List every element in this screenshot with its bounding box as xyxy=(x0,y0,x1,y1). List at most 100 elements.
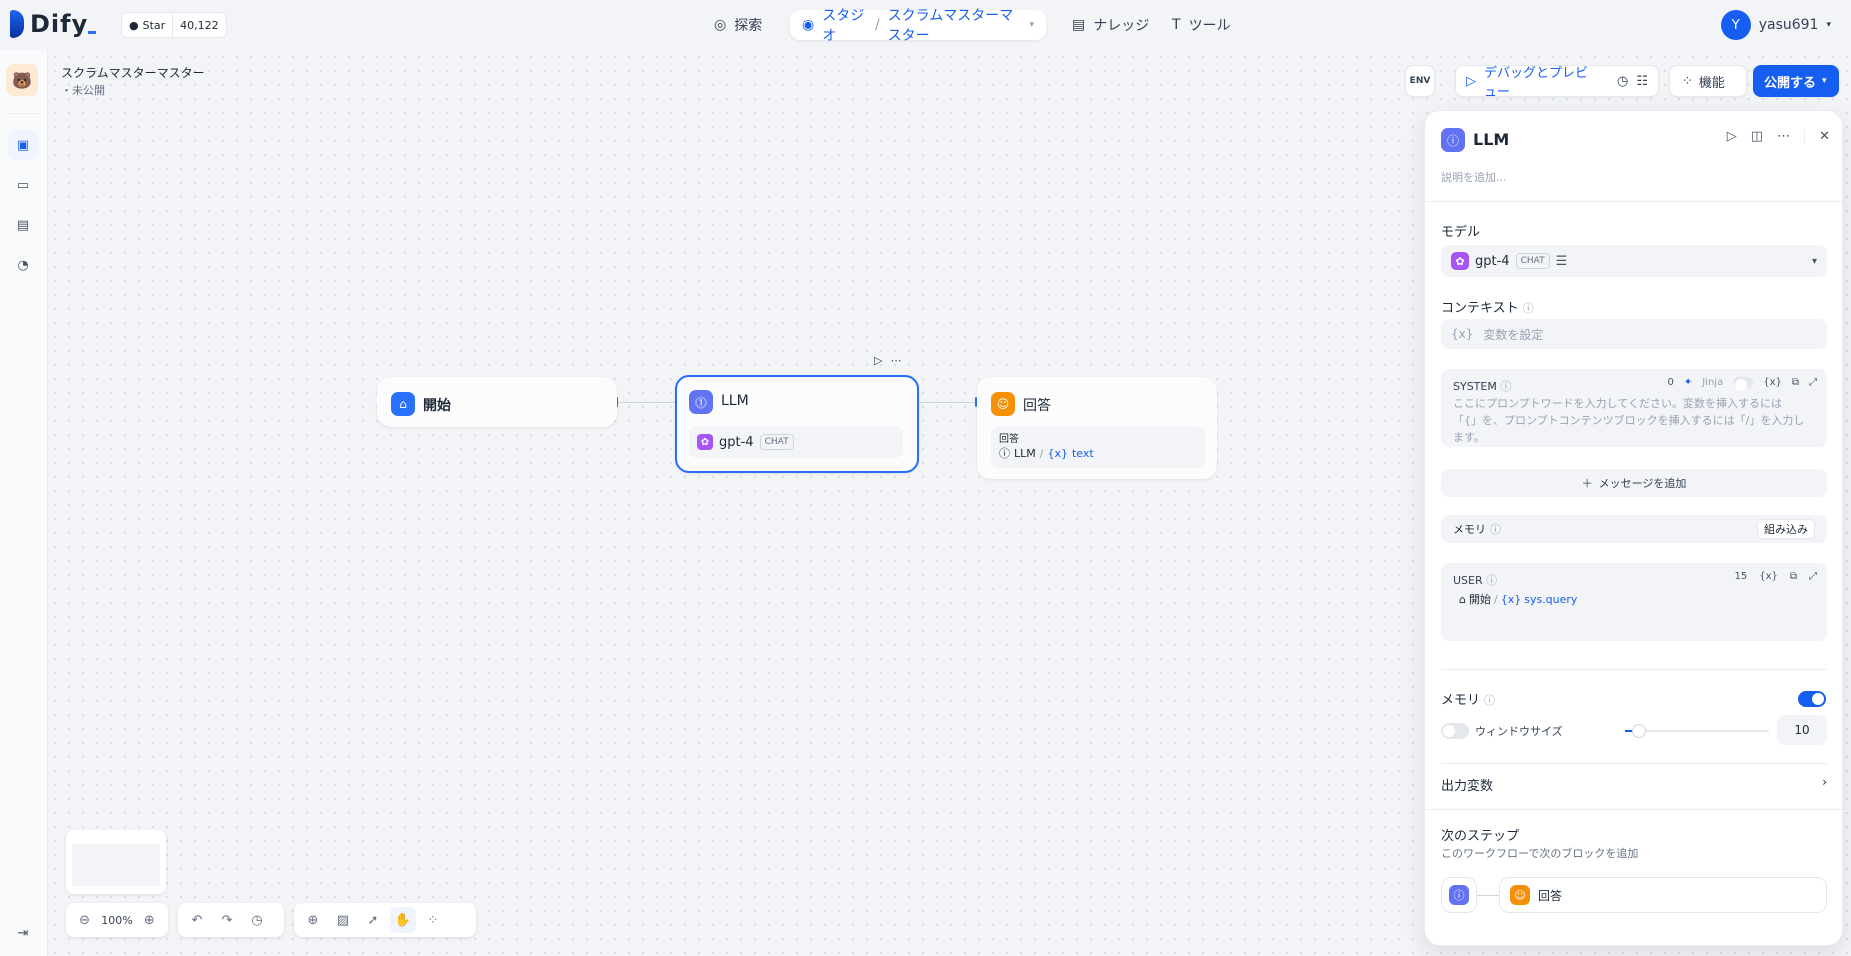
chevron-down-icon: ▾ xyxy=(1811,255,1817,267)
answer-icon: ☺ xyxy=(991,392,1015,416)
window-size-toggle[interactable] xyxy=(1441,723,1469,739)
app-title: スクラムマスターマスター xyxy=(61,66,205,80)
orchestrate-icon[interactable]: ▣ xyxy=(8,130,38,160)
redo-icon[interactable]: ↷ xyxy=(214,907,240,933)
hammer-icon: T xyxy=(1172,17,1181,33)
add-block-icon[interactable]: ⊕ xyxy=(300,907,326,933)
more-icon[interactable]: ⋯ xyxy=(890,354,901,367)
memory-label: メモリ xyxy=(1441,693,1481,708)
github-star-button[interactable]: ● Star 40,122 xyxy=(121,12,227,38)
zoom-level[interactable]: 100% xyxy=(101,914,132,927)
api-terminal-icon[interactable]: ▭ xyxy=(8,170,38,200)
nav-knowledge[interactable]: ▤ ナレッジ xyxy=(1060,10,1161,40)
version-history-icon[interactable]: ◷ xyxy=(244,907,270,933)
features-icon: ⁘ xyxy=(1682,73,1693,89)
variable-icon[interactable]: {x} xyxy=(1763,377,1782,388)
app-sidebar: 🐻 ▣ ▭ ▤ ◔ ⇥ xyxy=(0,50,48,956)
env-button[interactable]: ENV xyxy=(1405,65,1435,97)
history-icon[interactable]: ◷ xyxy=(1617,74,1628,89)
memory-toggle[interactable] xyxy=(1798,691,1826,707)
debug-preview-group: ▷ デバッグとプレビュー ◷ ☷ xyxy=(1455,62,1659,100)
node-title: 開始 xyxy=(423,398,451,414)
variable-icon[interactable]: {x} xyxy=(1759,571,1778,582)
variable-icon: {x} xyxy=(1451,327,1474,341)
jinja-label: Jinja xyxy=(1702,377,1724,388)
node-llm[interactable]: ⓵ LLM ✿ gpt-4 CHAT xyxy=(675,375,919,473)
pointer-icon[interactable]: ➚ xyxy=(360,907,386,933)
llm-icon: ⓘ xyxy=(999,447,1010,460)
copy-icon[interactable]: ⧉ xyxy=(1792,377,1799,388)
run-node-icon[interactable]: ▷ xyxy=(1727,129,1737,144)
memory-builtin-badge: 組み込み xyxy=(1757,519,1815,539)
run-node-icon[interactable]: ▷ xyxy=(874,354,882,367)
avatar: Y xyxy=(1720,10,1751,40)
add-note-icon[interactable]: ▨ xyxy=(330,907,356,933)
next-step-desc: このワークフローで次のブロックを追加 xyxy=(1441,847,1639,860)
expand-icon[interactable]: ⤢ xyxy=(1809,377,1817,388)
play-icon: ▷ xyxy=(1466,73,1476,89)
user-prompt-editor: USER ⓘ 15 {x} ⧉ ⤢ ⌂ 開始 / {x} sys.query xyxy=(1441,563,1827,641)
help-icon: ⓘ xyxy=(1522,302,1534,315)
logo-mark xyxy=(10,10,24,38)
help-icon: ⓘ xyxy=(1500,380,1512,393)
copy-icon[interactable]: ⧉ xyxy=(1790,571,1797,582)
minimap[interactable] xyxy=(66,830,166,894)
monitoring-icon[interactable]: ◔ xyxy=(8,250,38,280)
output-variables-toggle[interactable]: 出力変数 › xyxy=(1441,775,1827,794)
split-view-icon[interactable]: ◫ xyxy=(1751,129,1763,144)
dify-logo[interactable]: Dify xyxy=(10,10,97,38)
next-step-label: 次のステップ xyxy=(1441,829,1520,844)
debug-preview-button[interactable]: デバッグとプレビュー xyxy=(1484,62,1595,100)
hand-icon[interactable]: ✋ xyxy=(390,907,416,933)
features-button[interactable]: ⁘ 機能 xyxy=(1669,65,1747,97)
context-variable-selector[interactable]: {x} 変数を設定 xyxy=(1441,319,1827,349)
checklist-icon[interactable]: ☷ xyxy=(1636,74,1648,89)
logs-icon[interactable]: ▤ xyxy=(8,210,38,240)
window-size-input[interactable]: 10 xyxy=(1777,715,1827,745)
token-count: 0 xyxy=(1667,377,1674,388)
window-size-slider[interactable] xyxy=(1625,724,1769,738)
zoom-in-icon[interactable]: ⊕ xyxy=(137,907,162,933)
system-prompt-label: SYSTEM xyxy=(1453,380,1497,393)
github-icon: ● xyxy=(129,18,139,32)
node-answer[interactable]: ☺ 回答 回答 ⓘ LLM / {x} text xyxy=(977,377,1217,479)
nav-tools[interactable]: T ツール xyxy=(1160,10,1243,40)
system-prompt-input[interactable]: ここにプロンプトワードを入力してください。変数を挿入するには「{」を、プロンプト… xyxy=(1453,395,1805,446)
node-model: ✿ gpt-4 CHAT xyxy=(689,426,903,458)
chevron-down-icon: ▾ xyxy=(1822,76,1827,86)
nav-explore[interactable]: ◎ 探索 xyxy=(702,10,774,40)
edge-start-llm xyxy=(618,402,676,403)
panel-title[interactable]: LLM xyxy=(1473,130,1509,149)
zoom-controls: ⊖ 100% ⊕ xyxy=(66,903,168,937)
description-input[interactable]: 説明を追加... xyxy=(1441,169,1507,185)
sparkle-icon[interactable]: ✦ xyxy=(1684,377,1692,388)
answer-icon: ☺ xyxy=(1510,885,1530,905)
next-step-block[interactable]: ☺ 回答 xyxy=(1499,877,1827,913)
undo-icon[interactable]: ↶ xyxy=(184,907,210,933)
model-params-icon[interactable]: ☰ xyxy=(1556,254,1568,269)
publish-button[interactable]: 公開する ▾ xyxy=(1753,65,1839,97)
user-menu[interactable]: Y yasu691 ▾ xyxy=(1720,10,1831,40)
app-icon[interactable]: 🐻 xyxy=(6,64,38,96)
model-label: モデル xyxy=(1441,225,1481,240)
user-prompt-input[interactable]: ⌂ 開始 / {x} sys.query xyxy=(1459,591,1577,607)
expand-sidebar-icon[interactable]: ⇥ xyxy=(8,918,38,948)
chevron-down-icon: ▾ xyxy=(1826,20,1831,30)
organize-blocks-icon[interactable]: ⁘ xyxy=(420,907,446,933)
node-settings-panel: ⓘ LLM ▷ ◫ ⋯ ✕ 説明を追加... モデル ✿ gpt-4 CHAT … xyxy=(1424,110,1843,946)
add-message-button[interactable]: ＋メッセージを追加 xyxy=(1441,469,1827,497)
more-icon[interactable]: ⋯ xyxy=(1777,129,1790,144)
model-selector[interactable]: ✿ gpt-4 CHAT ☰ ▾ xyxy=(1441,245,1827,277)
expand-icon[interactable]: ⤢ xyxy=(1809,571,1817,582)
robot-icon: ◉ xyxy=(802,17,815,33)
logo-text: Dify xyxy=(30,10,89,38)
jinja-toggle[interactable] xyxy=(1733,377,1754,391)
zoom-out-icon[interactable]: ⊖ xyxy=(72,907,97,933)
home-icon: ⌂ xyxy=(1459,592,1466,606)
app-switcher[interactable]: スクラムマスターマスター xyxy=(888,5,1022,45)
context-label: コンテキスト xyxy=(1441,301,1519,316)
slider-handle[interactable] xyxy=(1632,724,1647,738)
close-icon[interactable]: ✕ xyxy=(1819,129,1830,144)
nav-studio[interactable]: ◉ スタジオ / スクラムマスターマスター ▾ xyxy=(790,8,1046,44)
node-start[interactable]: ⌂ 開始 xyxy=(377,377,617,427)
